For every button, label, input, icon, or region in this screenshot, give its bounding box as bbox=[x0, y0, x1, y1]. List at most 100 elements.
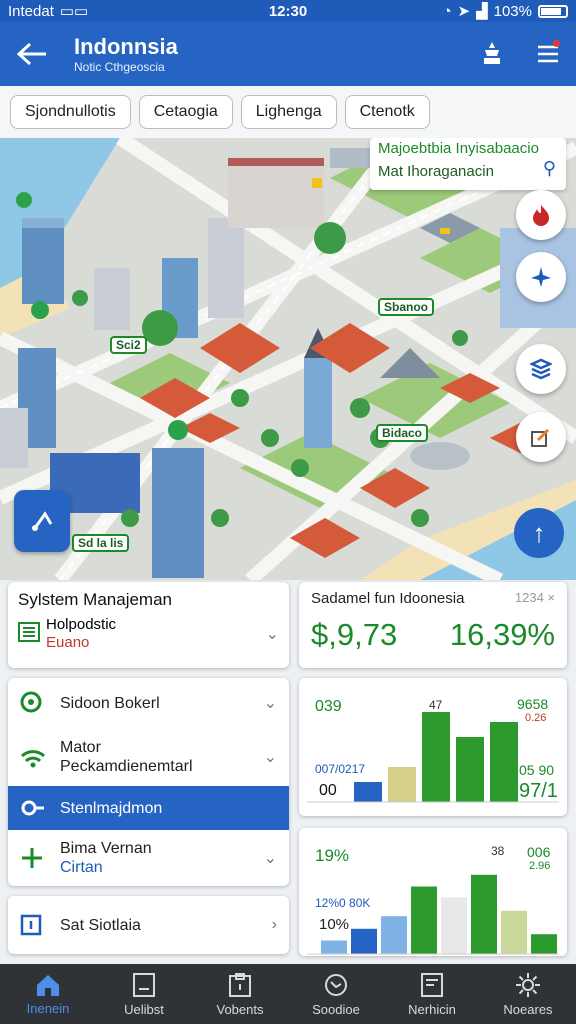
system-row[interactable]: Holpodstic Euano ⌄ bbox=[8, 614, 289, 654]
chip-2[interactable]: Cetaogia bbox=[138, 95, 233, 129]
stats-close[interactable]: 1234 × bbox=[515, 590, 555, 607]
menu-item-4[interactable]: Bima Vernan Cirtan ⌄ bbox=[8, 830, 289, 886]
nav-home-label: Inenein bbox=[26, 1000, 70, 1016]
audio-button[interactable] bbox=[14, 490, 70, 552]
menu-item-1-label: Sidoon Bokerl bbox=[60, 694, 160, 712]
nav-4[interactable]: Soodioe bbox=[288, 964, 384, 1024]
nav-2[interactable]: Uelibst bbox=[96, 964, 192, 1024]
back-arrow-icon bbox=[16, 42, 46, 66]
map-label-island[interactable]: Bidaco bbox=[376, 424, 429, 442]
stats-title: Sadamel fun Idoonesia bbox=[311, 590, 465, 607]
system-row-label: Holpodstic bbox=[46, 616, 117, 633]
app-bar: Indonnsia Notic Cthgeoscia bbox=[0, 22, 576, 86]
info-card-line1: Majoebtbia Inyisabaacio bbox=[378, 140, 539, 157]
sim-icon: ▭▭ bbox=[59, 3, 89, 20]
chart1-label-ml: 007/0217 bbox=[315, 762, 366, 776]
menu-item-2-sub: Peckamdienemtarl bbox=[60, 758, 193, 775]
filter-chips: Sjondnullotis Cetaogia Lighenga Ctenotk bbox=[0, 86, 576, 138]
menu-item-5-label: Sat Siotlaia bbox=[60, 916, 141, 934]
stats-panel: Sadamel fun Idoonesia 1234 × $,9,73 16,3… bbox=[299, 582, 567, 668]
music-note-icon bbox=[32, 511, 53, 531]
menu-button[interactable] bbox=[520, 22, 576, 86]
bar-e bbox=[490, 722, 518, 802]
edit-icon bbox=[531, 428, 550, 447]
map-label-south[interactable]: Sd la lis bbox=[72, 534, 130, 552]
menu-item-2[interactable]: Mator Peckamdienemtarl ⌄ bbox=[8, 728, 289, 786]
info-card-line2: Mat Ihoraganacin bbox=[378, 163, 494, 180]
menu-item-2-text: Mator Peckamdienemtarl bbox=[60, 738, 264, 776]
app-subtitle: Notic Cthgeoscia bbox=[74, 60, 165, 74]
chart2-label-tm: 38 bbox=[491, 844, 505, 858]
scroll-up-button[interactable]: ↑ bbox=[514, 508, 564, 558]
status-bar: Intedat ▭▭ 12:30 ◔ ➤ ▟ 103% bbox=[0, 0, 576, 22]
chip-3[interactable]: Lighenga bbox=[240, 95, 337, 129]
key-icon bbox=[20, 797, 60, 819]
menu-item-4-label: Bima Vernan bbox=[60, 840, 152, 857]
battery-icon bbox=[538, 4, 568, 18]
map-label-dam[interactable]: Sbanoo bbox=[378, 298, 434, 316]
chart1-label-br: 97/1 bbox=[519, 780, 558, 802]
carrier-label: Intedat bbox=[8, 2, 54, 20]
bar-c bbox=[422, 712, 450, 802]
bar-a bbox=[354, 782, 382, 802]
alarm-icon: ◔ bbox=[442, 2, 452, 20]
bar-a bbox=[321, 940, 347, 954]
landmark-button[interactable] bbox=[464, 22, 520, 86]
battery-percent: 103% bbox=[493, 2, 532, 20]
nav-3-label: Vobents bbox=[216, 1001, 264, 1017]
menu-item-3[interactable]: Stenlmajdmon bbox=[8, 786, 289, 830]
notes-icon bbox=[421, 972, 443, 997]
map-label-monument[interactable]: Sci2 bbox=[110, 336, 147, 354]
back-button[interactable] bbox=[0, 22, 64, 86]
menu-panel: Sidoon Bokerl ⌄ Mator Peckamdienemtarl ⌄… bbox=[8, 678, 289, 886]
menu-item-1[interactable]: Sidoon Bokerl ⌄ bbox=[8, 678, 289, 728]
city-map[interactable]: Majoebtbia Inyisabaacio Mat Ihoraganacin… bbox=[0, 138, 576, 580]
stat-value-1: $,9,73 bbox=[311, 617, 398, 652]
chart2-label-tr: 006 bbox=[527, 844, 551, 860]
app-title: Indonnsia bbox=[74, 34, 178, 59]
stats-values: $,9,73 16,39% bbox=[311, 617, 555, 653]
chart1-label-tr2: 0.26 bbox=[525, 712, 547, 724]
bar-h bbox=[531, 934, 557, 954]
system-row-sub: Euano bbox=[46, 634, 90, 651]
layers-button[interactable] bbox=[516, 344, 566, 394]
nav-5[interactable]: Nerhicin bbox=[384, 964, 480, 1024]
chart-panel-2: 19% 38 006 2.96 12%0 80K 10% bbox=[299, 828, 567, 956]
wifi-icon bbox=[20, 746, 60, 768]
map-illustration bbox=[0, 138, 576, 580]
home-icon bbox=[37, 974, 59, 996]
stats-header: Sadamel fun Idoonesia 1234 × bbox=[311, 590, 555, 607]
chart2-label-tl: 19% bbox=[315, 846, 350, 865]
chip-4[interactable]: Ctenotk bbox=[344, 95, 430, 129]
nav-3[interactable]: Vobents bbox=[192, 964, 288, 1024]
chevron-right-icon: › bbox=[271, 916, 277, 933]
nav-6[interactable]: Noeares bbox=[480, 964, 576, 1024]
chart1-label-tr: 9658 bbox=[517, 696, 549, 712]
landmark-icon bbox=[484, 42, 500, 64]
nav-2-label: Uelibst bbox=[124, 1001, 164, 1017]
system-panel: Sylstem Manajeman Holpodstic Euano ⌄ bbox=[8, 582, 289, 668]
chart2-label-tr2: 2.96 bbox=[529, 860, 551, 872]
chip-1[interactable]: Sjondnullotis bbox=[10, 95, 131, 129]
menu-item-5[interactable]: Sat Siotlaia › bbox=[8, 896, 289, 954]
nav-5-label: Nerhicin bbox=[408, 1001, 456, 1017]
bar-b bbox=[351, 928, 377, 954]
app-titles: Indonnsia Notic Cthgeoscia bbox=[64, 34, 464, 74]
chart1-label-bl: 00 bbox=[319, 782, 337, 799]
location-pin-icon bbox=[20, 691, 60, 715]
settings-gear-icon bbox=[516, 972, 540, 997]
chart2-label-ml: 12%0 80K bbox=[315, 896, 371, 910]
nav-home[interactable]: Inenein bbox=[0, 964, 96, 1024]
location-icon: ➤ bbox=[457, 3, 471, 20]
bar-e bbox=[441, 897, 467, 954]
map-info-card[interactable]: Majoebtbia Inyisabaacio Mat Ihoraganacin… bbox=[370, 138, 566, 190]
info-box-icon bbox=[20, 914, 60, 936]
chevron-down-icon: ⌄ bbox=[263, 695, 277, 712]
flight-button[interactable] bbox=[516, 252, 566, 302]
list-icon bbox=[18, 621, 46, 647]
edit-map-button[interactable] bbox=[516, 412, 566, 462]
chevron-down-icon: ⌄ bbox=[265, 626, 279, 643]
bar-c bbox=[381, 916, 407, 954]
fire-button[interactable] bbox=[516, 190, 566, 240]
chart-panel-1: 039 47 9658 0.26 007/0217 05 90 00 97/1 bbox=[299, 678, 567, 816]
